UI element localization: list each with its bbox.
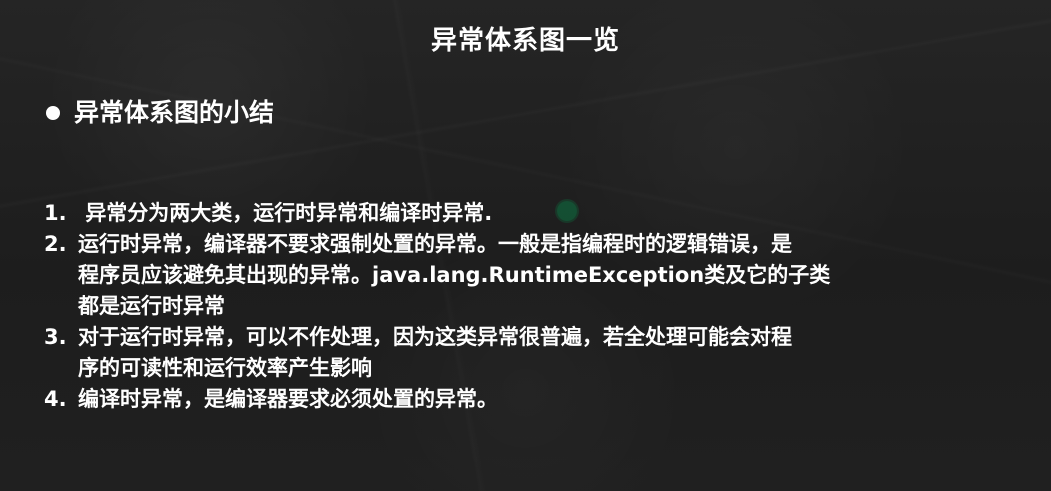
list-item: 4. 编译时异常，是编译器要求必须处置的异常。 — [44, 384, 1014, 415]
page-title: 异常体系图一览 — [430, 26, 620, 56]
list-item-text: 异常分为两大类，运行时异常和编译时异常. — [78, 201, 493, 225]
list-item-text: 运行时异常，编译器不要求强制处置的异常。一般是指编程时的逻辑错误，是 程序员应该… — [78, 232, 831, 318]
list-item-text: 对于运行时异常，可以不作处理，因为这类异常很普遍，若全处理可能会对程 序的可读性… — [78, 325, 792, 380]
list-item: 2. 运行时异常，编译器不要求强制处置的异常。一般是指编程时的逻辑错误，是 程序… — [44, 229, 1014, 322]
list-item-number: 1. — [44, 201, 67, 225]
list-item-number: 3. — [44, 325, 67, 349]
list-item: 3. 对于运行时异常，可以不作处理，因为这类异常很普遍，若全处理可能会对程 序的… — [44, 322, 1014, 384]
section-heading-text: 异常体系图的小结 — [74, 98, 275, 127]
summary-list: 1. 异常分为两大类，运行时异常和编译时异常. 2. 运行时异常，编译器不要求强… — [44, 198, 1014, 415]
section-heading: 异常体系图的小结 — [46, 98, 274, 128]
list-item-text: 编译时异常，是编译器要求必须处置的异常。 — [78, 387, 498, 411]
list-item-number: 4. — [44, 387, 67, 411]
slide: 异常体系图一览 异常体系图的小结 1. 异常分为两大类，运行时异常和编译时异常.… — [0, 0, 1051, 491]
bullet-icon — [46, 106, 60, 120]
list-item: 1. 异常分为两大类，运行时异常和编译时异常. — [44, 198, 1014, 229]
list-item-number: 2. — [44, 232, 67, 256]
